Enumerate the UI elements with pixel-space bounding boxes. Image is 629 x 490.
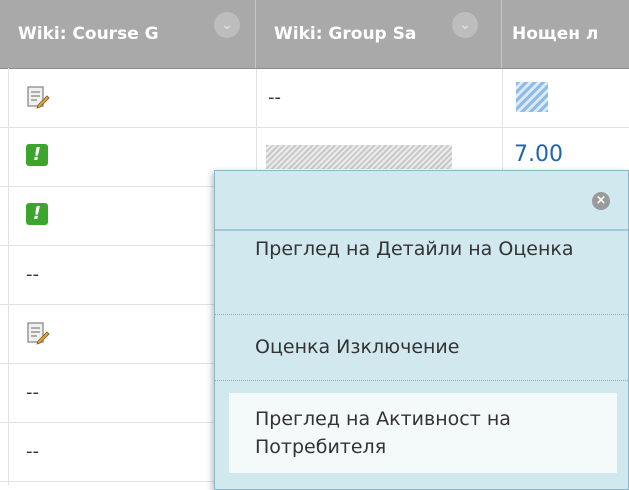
needs-grading-icon	[27, 86, 50, 109]
grade-value: 7.00	[514, 142, 563, 167]
alert-icon: !	[26, 203, 48, 225]
menu-item-view-user-activity[interactable]: Преглед на Активност на Потребителя	[229, 393, 617, 473]
empty-grade-text: --	[268, 87, 281, 108]
grade-context-menu: × Преглед на Детайли на Оценка Оценка Из…	[214, 170, 629, 490]
column-header-label: Нощен л	[512, 24, 599, 44]
hatched-cell-marker	[516, 82, 548, 112]
grade-cell[interactable]: --	[256, 69, 503, 128]
table-row: --	[0, 69, 629, 128]
empty-grade-text: --	[26, 441, 39, 462]
alert-icon: !	[26, 144, 48, 166]
column-header-night[interactable]: Нощен л	[502, 0, 629, 68]
hatched-cell-marker	[266, 145, 452, 169]
column-header-wiki-group[interactable]: Wiki: Group Sa ⌄	[256, 0, 502, 68]
grade-cell[interactable]	[502, 69, 629, 128]
needs-grading-icon	[27, 322, 50, 345]
menu-item-view-grade-details[interactable]: Преглед на Детайли на Оценка	[215, 233, 628, 315]
column-header-row: Wiki: Course G ⌄ Wiki: Group Sa ⌄ Нощен …	[0, 0, 629, 69]
column-header-wiki-course[interactable]: Wiki: Course G ⌄	[0, 0, 256, 68]
grade-cell[interactable]	[0, 69, 257, 128]
menu-item-grade-exemption[interactable]: Оценка Изключение	[215, 315, 628, 381]
chevron-down-icon[interactable]: ⌄	[452, 12, 478, 38]
menu-search-field[interactable]	[215, 171, 628, 231]
chevron-down-icon[interactable]: ⌄	[214, 12, 240, 38]
column-header-label: Wiki: Course G	[18, 24, 159, 44]
close-icon[interactable]: ×	[592, 192, 610, 210]
column-header-label: Wiki: Group Sa	[274, 24, 417, 44]
empty-grade-text: --	[26, 264, 39, 285]
empty-grade-text: --	[26, 382, 39, 403]
